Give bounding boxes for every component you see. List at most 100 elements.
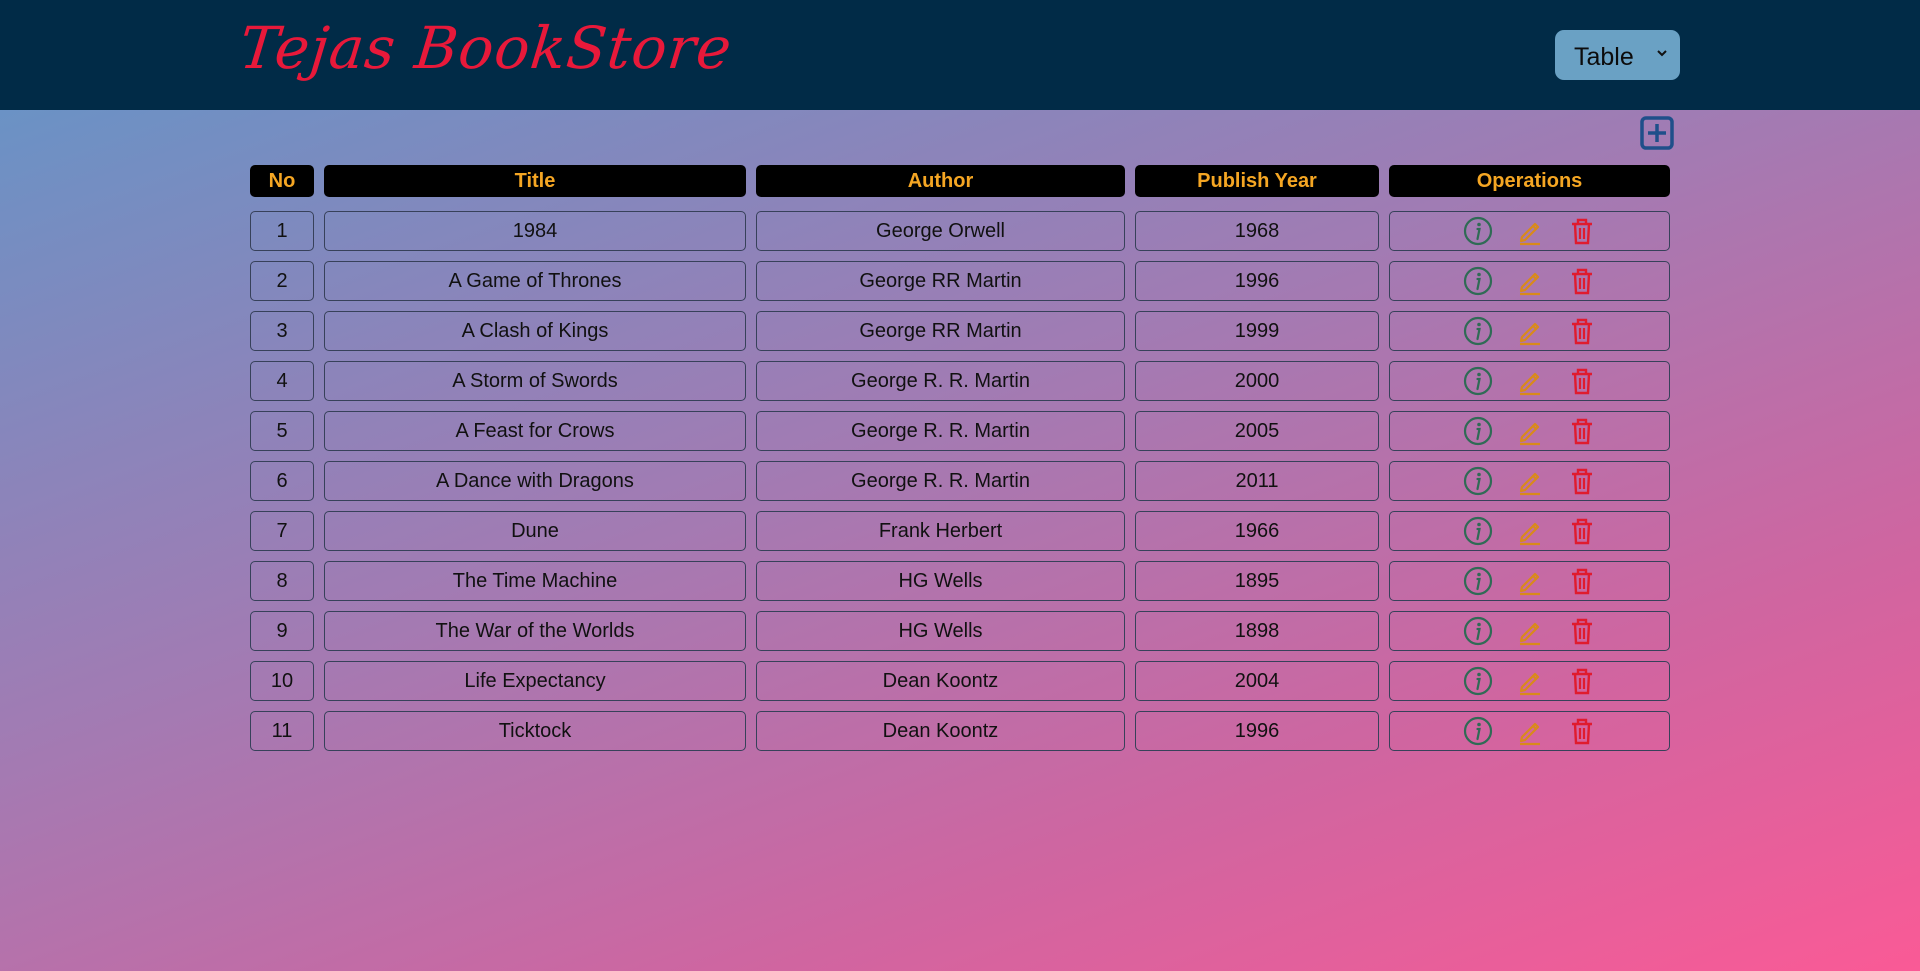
table-header-row: No Title Author Publish Year Operations: [246, 160, 1676, 206]
edit-pencil-icon[interactable]: [1514, 315, 1546, 347]
delete-trash-icon[interactable]: [1566, 465, 1598, 497]
cell-title: Life Expectancy: [324, 661, 746, 701]
cell-title: A Feast for Crows: [324, 411, 746, 451]
cell-author: George R. R. Martin: [756, 411, 1125, 451]
cell-title: 1984: [324, 211, 746, 251]
cell-title: Dune: [324, 511, 746, 551]
cell-year: 2000: [1135, 361, 1379, 401]
edit-pencil-icon[interactable]: [1514, 265, 1546, 297]
view-mode-select[interactable]: Table: [1555, 30, 1680, 80]
edit-pencil-icon[interactable]: [1514, 365, 1546, 397]
info-circle-icon[interactable]: [1462, 415, 1494, 447]
chevron-down-icon: [1657, 50, 1667, 57]
delete-trash-icon[interactable]: [1566, 615, 1598, 647]
table-row: 11 Ticktock Dean Koontz 1996: [246, 706, 1676, 756]
edit-pencil-icon[interactable]: [1514, 215, 1546, 247]
edit-pencil-icon[interactable]: [1514, 565, 1546, 597]
info-circle-icon[interactable]: [1462, 715, 1494, 747]
cell-operations: [1389, 311, 1670, 351]
column-header-year: Publish Year: [1135, 165, 1379, 197]
delete-trash-icon[interactable]: [1566, 665, 1598, 697]
delete-trash-icon[interactable]: [1566, 415, 1598, 447]
cell-author: HG Wells: [756, 561, 1125, 601]
table-row: 6 A Dance with Dragons George R. R. Mart…: [246, 456, 1676, 506]
cell-title: Ticktock: [324, 711, 746, 751]
column-header-author: Author: [756, 165, 1125, 197]
edit-pencil-icon[interactable]: [1514, 615, 1546, 647]
delete-trash-icon[interactable]: [1566, 715, 1598, 747]
cell-title: A Storm of Swords: [324, 361, 746, 401]
edit-pencil-icon[interactable]: [1514, 665, 1546, 697]
info-circle-icon[interactable]: [1462, 565, 1494, 597]
table-row: 5 A Feast for Crows George R. R. Martin …: [246, 406, 1676, 456]
cell-no: 4: [250, 361, 314, 401]
add-book-button[interactable]: [1640, 116, 1674, 150]
cell-author: George RR Martin: [756, 261, 1125, 301]
table-row: 7 Dune Frank Herbert 1966: [246, 506, 1676, 556]
plus-square-icon: [1640, 116, 1674, 150]
cell-title: The Time Machine: [324, 561, 746, 601]
edit-pencil-icon[interactable]: [1514, 715, 1546, 747]
cell-operations: [1389, 461, 1670, 501]
table-row: 9 The War of the Worlds HG Wells 1898: [246, 606, 1676, 656]
cell-no: 5: [250, 411, 314, 451]
books-table: No Title Author Publish Year Operations …: [246, 160, 1676, 756]
column-header-title: Title: [324, 165, 746, 197]
info-circle-icon[interactable]: [1462, 515, 1494, 547]
cell-no: 9: [250, 611, 314, 651]
delete-trash-icon[interactable]: [1566, 265, 1598, 297]
cell-operations: [1389, 261, 1670, 301]
cell-year: 2005: [1135, 411, 1379, 451]
cell-no: 11: [250, 711, 314, 751]
cell-operations: [1389, 711, 1670, 751]
info-circle-icon[interactable]: [1462, 465, 1494, 497]
table-row: 1 1984 George Orwell 1968: [246, 206, 1676, 256]
cell-title: A Dance with Dragons: [324, 461, 746, 501]
info-circle-icon[interactable]: [1462, 315, 1494, 347]
table-row: 2 A Game of Thrones George RR Martin 199…: [246, 256, 1676, 306]
info-circle-icon[interactable]: [1462, 365, 1494, 397]
info-circle-icon[interactable]: [1462, 215, 1494, 247]
delete-trash-icon[interactable]: [1566, 215, 1598, 247]
cell-operations: [1389, 611, 1670, 651]
cell-author: Dean Koontz: [756, 711, 1125, 751]
cell-operations: [1389, 661, 1670, 701]
delete-trash-icon[interactable]: [1566, 515, 1598, 547]
table-row: 8 The Time Machine HG Wells 1895: [246, 556, 1676, 606]
info-circle-icon[interactable]: [1462, 665, 1494, 697]
cell-operations: [1389, 361, 1670, 401]
cell-author: George RR Martin: [756, 311, 1125, 351]
cell-author: Frank Herbert: [756, 511, 1125, 551]
cell-year: 1966: [1135, 511, 1379, 551]
cell-title: A Clash of Kings: [324, 311, 746, 351]
cell-operations: [1389, 561, 1670, 601]
cell-year: 1996: [1135, 711, 1379, 751]
brand-title[interactable]: Tejas BookStore: [236, 14, 735, 82]
cell-author: George Orwell: [756, 211, 1125, 251]
cell-title: The War of the Worlds: [324, 611, 746, 651]
cell-year: 1898: [1135, 611, 1379, 651]
delete-trash-icon[interactable]: [1566, 365, 1598, 397]
delete-trash-icon[interactable]: [1566, 565, 1598, 597]
cell-no: 1: [250, 211, 314, 251]
cell-year: 1968: [1135, 211, 1379, 251]
info-circle-icon[interactable]: [1462, 615, 1494, 647]
cell-author: HG Wells: [756, 611, 1125, 651]
table-row: 4 A Storm of Swords George R. R. Martin …: [246, 356, 1676, 406]
delete-trash-icon[interactable]: [1566, 315, 1598, 347]
edit-pencil-icon[interactable]: [1514, 465, 1546, 497]
cell-no: 10: [250, 661, 314, 701]
cell-year: 1999: [1135, 311, 1379, 351]
column-header-operations: Operations: [1389, 165, 1670, 197]
cell-year: 1895: [1135, 561, 1379, 601]
table-row: 3 A Clash of Kings George RR Martin 1999: [246, 306, 1676, 356]
cell-author: Dean Koontz: [756, 661, 1125, 701]
cell-operations: [1389, 511, 1670, 551]
table-body: 1 1984 George Orwell 1968 2 A Game of Th…: [246, 206, 1676, 756]
cell-year: 1996: [1135, 261, 1379, 301]
cell-no: 8: [250, 561, 314, 601]
cell-operations: [1389, 211, 1670, 251]
edit-pencil-icon[interactable]: [1514, 415, 1546, 447]
edit-pencil-icon[interactable]: [1514, 515, 1546, 547]
info-circle-icon[interactable]: [1462, 265, 1494, 297]
